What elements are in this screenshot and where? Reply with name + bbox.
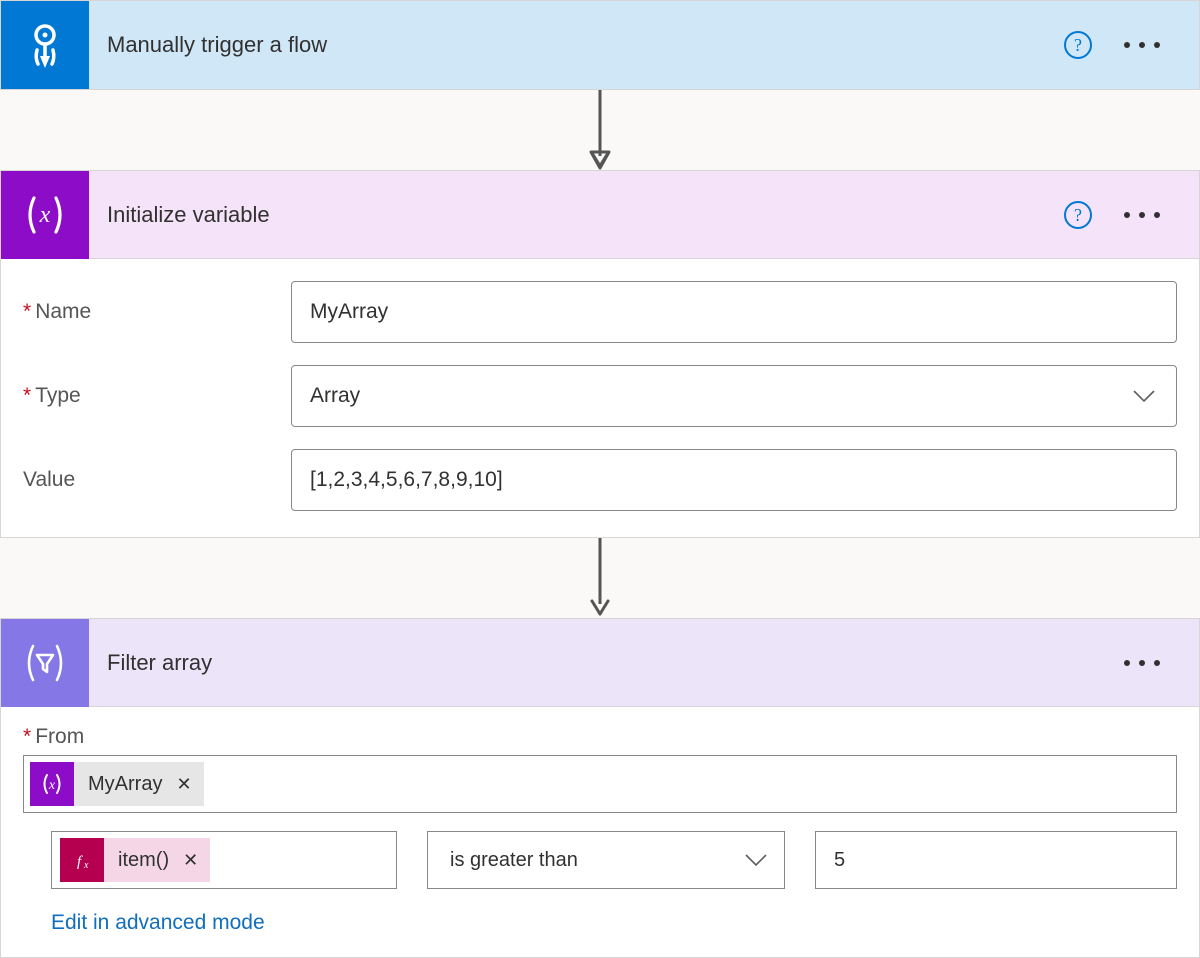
svg-text:?: ?	[1074, 205, 1082, 225]
init-variable-body: *Name *Type Array Value	[1, 259, 1199, 537]
condition-row: f x item() ✕ is greater than 5	[23, 831, 1177, 889]
type-select[interactable]: Array	[291, 365, 1177, 427]
from-chip-label: MyArray	[74, 773, 172, 796]
advanced-mode-link[interactable]: Edit in advanced mode	[23, 911, 1177, 935]
svg-text:x: x	[39, 202, 51, 228]
filter-array-body: *From x MyArray ✕	[1, 707, 1199, 957]
svg-text:?: ?	[1074, 35, 1082, 55]
chip-remove-icon[interactable]: ✕	[172, 774, 203, 795]
fx-chip-icon: f x	[60, 838, 104, 882]
condition-left-input[interactable]: f x item() ✕	[51, 831, 397, 889]
chevron-down-icon	[1130, 382, 1158, 410]
trigger-card: Manually trigger a flow ?	[0, 0, 1200, 90]
from-label: *From	[23, 725, 1177, 749]
help-icon[interactable]: ?	[1063, 30, 1093, 60]
chip-remove-icon[interactable]: ✕	[179, 850, 210, 871]
filter-array-header[interactable]: Filter array	[1, 619, 1199, 707]
condition-right-input[interactable]: 5	[815, 831, 1177, 889]
filter-icon	[1, 619, 89, 707]
variable-chip-icon: x	[30, 762, 74, 806]
init-variable-card: x Initialize variable ?	[0, 170, 1200, 538]
type-label: *Type	[23, 384, 291, 408]
trigger-title: Manually trigger a flow	[89, 32, 1063, 58]
connector-arrow	[0, 538, 1200, 618]
more-icon[interactable]	[1121, 40, 1163, 50]
help-icon[interactable]: ?	[1063, 200, 1093, 230]
trigger-icon	[1, 1, 89, 89]
value-input[interactable]	[291, 449, 1177, 511]
chevron-down-icon	[742, 846, 770, 874]
svg-text:x: x	[48, 778, 56, 793]
type-value: Array	[310, 384, 360, 408]
condition-right-value: 5	[834, 849, 845, 872]
expression-chip-label: item()	[104, 849, 179, 872]
condition-operator-select[interactable]: is greater than	[427, 831, 785, 889]
filter-array-title: Filter array	[89, 650, 1121, 676]
connector-arrow	[0, 90, 1200, 170]
from-chip[interactable]: x MyArray ✕	[30, 762, 204, 806]
init-variable-title: Initialize variable	[89, 202, 1063, 228]
trigger-header[interactable]: Manually trigger a flow ?	[1, 1, 1199, 89]
more-icon[interactable]	[1121, 658, 1163, 668]
condition-operator-value: is greater than	[450, 849, 578, 872]
variable-icon: x	[1, 171, 89, 259]
more-icon[interactable]	[1121, 210, 1163, 220]
init-variable-header[interactable]: x Initialize variable ?	[1, 171, 1199, 259]
svg-text:f: f	[77, 854, 83, 870]
from-input[interactable]: x MyArray ✕	[23, 755, 1177, 813]
svg-text:x: x	[83, 860, 89, 871]
expression-chip[interactable]: f x item() ✕	[60, 838, 210, 882]
filter-array-card: Filter array *From	[0, 618, 1200, 958]
name-label: *Name	[23, 300, 291, 324]
name-input[interactable]	[291, 281, 1177, 343]
value-label: Value	[23, 468, 291, 492]
